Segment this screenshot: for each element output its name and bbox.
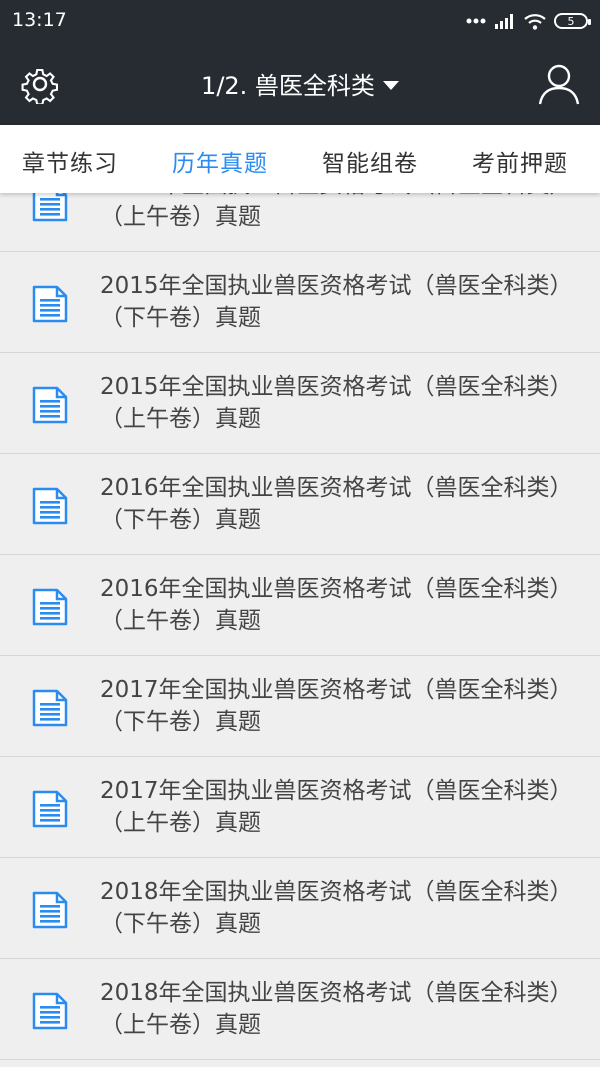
list-item[interactable]: 2016年全国执业兽医资格考试（兽医全科类）（上午卷）真题 — [0, 555, 600, 656]
tab-smart-paper[interactable]: 智能组卷 — [322, 144, 418, 178]
status-icons: 5 — [466, 8, 591, 34]
list-item[interactable]: 2015年全国执业兽医资格考试（兽医全科类）（下午卷）真题 — [0, 252, 600, 353]
page-title: 1/2. 兽医全科类 — [201, 72, 375, 100]
tab-bar: 章节练习 历年真题 智能组卷 考前押题 — [0, 125, 600, 193]
paper-title: 2017年全国执业兽医资格考试（兽医全科类）（上午卷）真题 — [100, 778, 573, 836]
wifi-icon — [524, 13, 546, 30]
tab-pre-exam[interactable]: 考前押题 — [472, 144, 568, 178]
status-bar: 13:17 5 — [0, 0, 600, 42]
paper-title: 2018年全国执业兽医资格考试（兽医全科类）（上午卷）真题 — [100, 980, 573, 1038]
caret-down-icon — [382, 80, 399, 90]
paper-list: 2014年全国执业兽医资格考试（兽医全科类）（上午卷）真题 2015年全国执业兽… — [0, 151, 600, 1060]
paper-title: 2018年全国执业兽医资格考试（兽医全科类）（下午卷）真题 — [100, 879, 573, 937]
tab-chapter-practice[interactable]: 章节练习 — [22, 144, 118, 178]
paper-title: 2016年全国执业兽医资格考试（兽医全科类）（下午卷）真题 — [100, 475, 573, 533]
app-bar: 1/2. 兽医全科类 — [0, 42, 600, 125]
paper-title: 2017年全国执业兽医资格考试（兽医全科类）（下午卷）真题 — [100, 677, 573, 735]
document-icon — [32, 992, 68, 1030]
more-dots-icon — [466, 18, 486, 24]
paper-title: 2015年全国执业兽医资格考试（兽医全科类）（下午卷）真题 — [100, 273, 573, 331]
list-item[interactable]: 2016年全国执业兽医资格考试（兽医全科类）（下午卷）真题 — [0, 454, 600, 555]
tab-past-exams[interactable]: 历年真题 — [172, 144, 268, 178]
list-item[interactable]: 2018年全国执业兽医资格考试（兽医全科类）（下午卷）真题 — [0, 858, 600, 959]
document-icon — [32, 790, 68, 828]
user-icon — [538, 64, 580, 105]
battery-icon: 5 — [554, 13, 591, 29]
document-icon — [32, 285, 68, 323]
document-icon — [32, 588, 68, 626]
list-item[interactable]: 2015年全国执业兽医资格考试（兽医全科类）（上午卷）真题 — [0, 353, 600, 454]
document-icon — [32, 386, 68, 424]
paper-title: 2016年全国执业兽医资格考试（兽医全科类）（上午卷）真题 — [100, 576, 573, 634]
document-icon — [32, 891, 68, 929]
list-item[interactable]: 2017年全国执业兽医资格考试（兽医全科类）（下午卷）真题 — [0, 656, 600, 757]
signal-icon — [494, 13, 516, 29]
paper-title: 2015年全国执业兽医资格考试（兽医全科类）（上午卷）真题 — [100, 374, 573, 432]
subject-selector[interactable]: 1/2. 兽医全科类 — [0, 66, 600, 101]
list-item[interactable]: 2017年全国执业兽医资格考试（兽医全科类）（上午卷）真题 — [0, 757, 600, 858]
document-icon — [32, 487, 68, 525]
user-button[interactable] — [538, 62, 580, 106]
document-icon — [32, 689, 68, 727]
status-time: 13:17 — [12, 9, 67, 31]
list-item[interactable]: 2018年全国执业兽医资格考试（兽医全科类）（上午卷）真题 — [0, 959, 600, 1060]
